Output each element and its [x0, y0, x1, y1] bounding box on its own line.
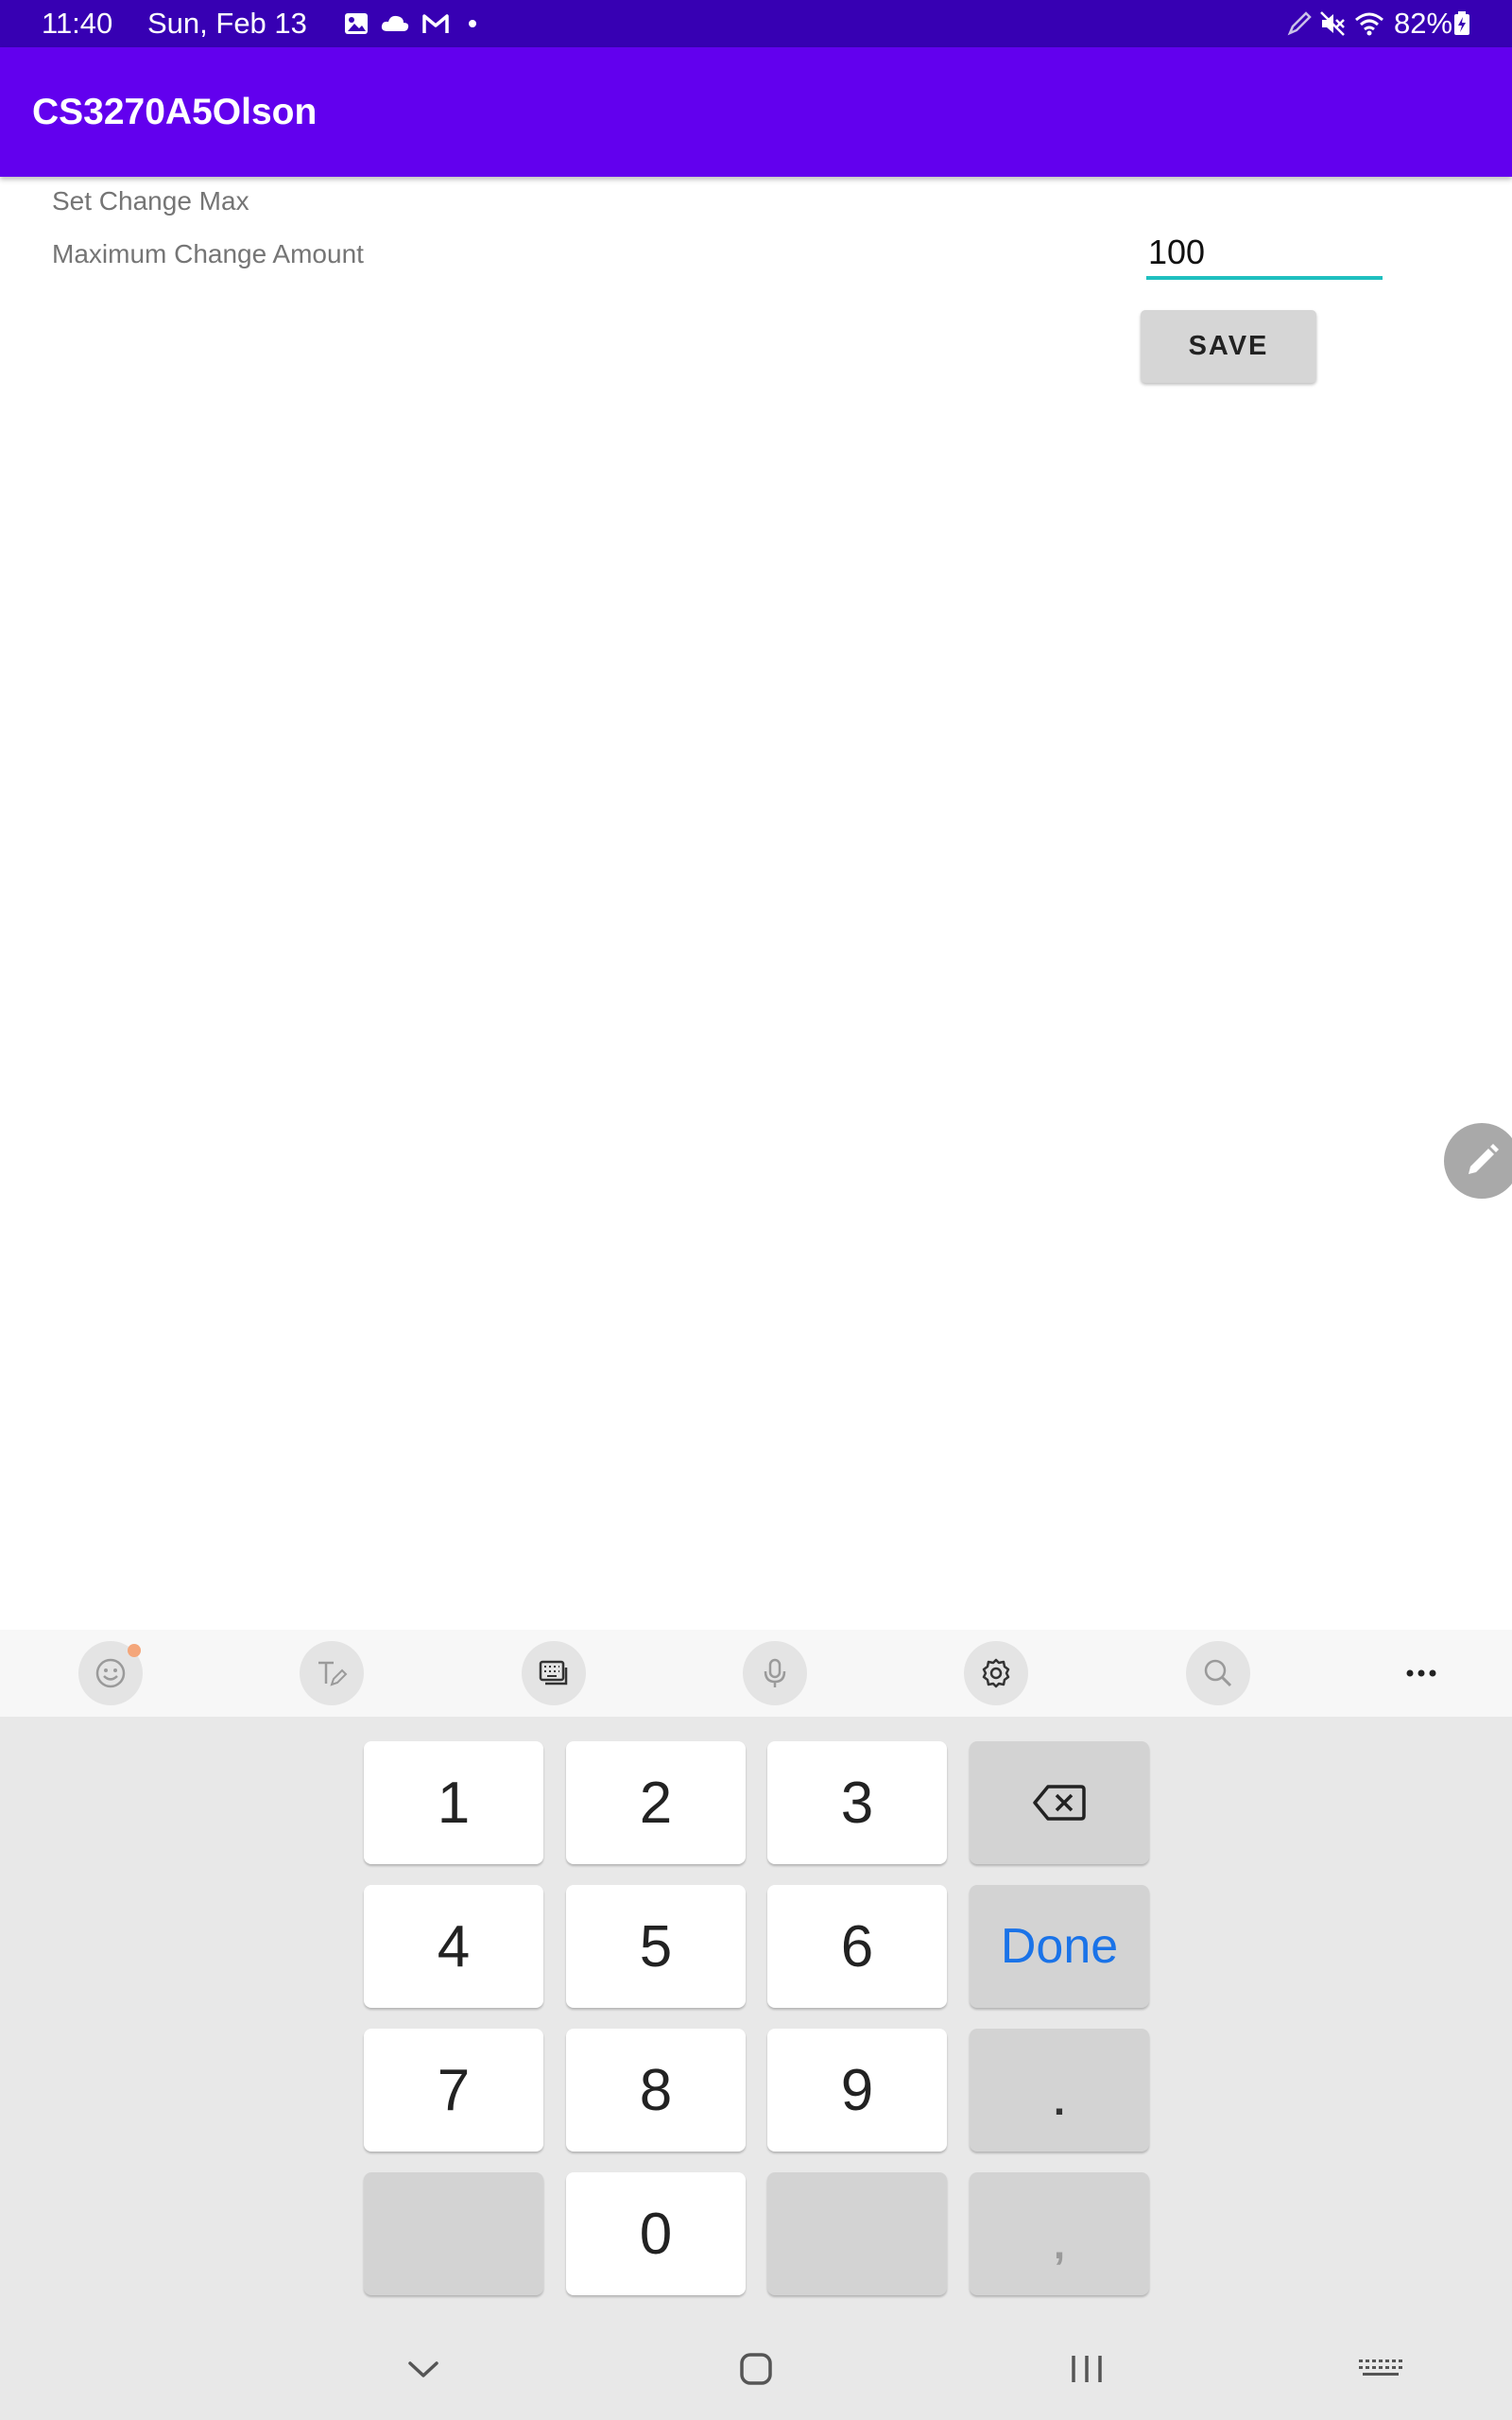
home-button[interactable]: [728, 2341, 784, 2397]
floating-edit-button[interactable]: [1444, 1123, 1512, 1199]
max-change-input[interactable]: [1146, 229, 1383, 280]
numeric-keypad: 1 2 3 4 5 6 Done 7 8 9 . 0 ,: [0, 1717, 1512, 2420]
save-button[interactable]: SAVE: [1141, 310, 1316, 383]
key-1[interactable]: 1: [364, 1741, 543, 1864]
recents-button[interactable]: [1058, 2341, 1115, 2397]
key-7[interactable]: 7: [364, 2029, 543, 2152]
battery-percent: 82%: [1394, 7, 1453, 40]
handwriting-icon: [318, 1661, 348, 1686]
keyboard-mode-icon: [539, 1660, 568, 1685]
section-title: Set Change Max: [52, 186, 249, 216]
backspace-icon: [1033, 1785, 1086, 1821]
app-title: CS3270A5Olson: [32, 92, 318, 132]
key-6[interactable]: 6: [767, 1885, 947, 2008]
comma-key[interactable]: ,: [970, 2172, 1149, 2295]
microphone-icon: [764, 1658, 786, 1687]
gmail-icon: [421, 9, 449, 38]
wifi-icon: [1353, 9, 1383, 38]
cloud-icon: [380, 9, 409, 38]
notification-dot-icon: [463, 9, 491, 38]
mute-icon: [1318, 9, 1347, 38]
app-bar: CS3270A5Olson: [0, 47, 1512, 177]
blank-key-right[interactable]: [767, 2172, 947, 2295]
keyboard-switch-button[interactable]: [1351, 2341, 1408, 2397]
emoji-notification-dot: [128, 1644, 141, 1657]
recents-icon: [1072, 2356, 1102, 2382]
decimal-key[interactable]: .: [970, 2029, 1149, 2152]
key-9[interactable]: 9: [767, 2029, 947, 2152]
keyboard-mode-button[interactable]: [522, 1641, 586, 1705]
status-time: 11:40: [42, 7, 113, 40]
keyboard-switch-icon: [1359, 2360, 1402, 2376]
status-bar: 11:40 Sun, Feb 13 82%: [0, 0, 1512, 47]
pencil-icon: [1469, 1144, 1499, 1174]
key-0[interactable]: 0: [566, 2172, 746, 2295]
blank-key-left[interactable]: [364, 2172, 543, 2295]
gallery-icon: [342, 9, 370, 38]
max-change-label: Maximum Change Amount: [52, 239, 364, 268]
key-3[interactable]: 3: [767, 1741, 947, 1864]
search-button[interactable]: [1186, 1641, 1250, 1705]
key-5[interactable]: 5: [566, 1885, 746, 2008]
key-4[interactable]: 4: [364, 1885, 543, 2008]
hide-keyboard-icon: [408, 2361, 438, 2377]
voice-input-button[interactable]: [743, 1641, 807, 1705]
emoji-icon: [95, 1658, 126, 1688]
more-icon: [1406, 1669, 1436, 1677]
done-key[interactable]: Done: [970, 1885, 1149, 2008]
stylus-icon: [1285, 9, 1314, 38]
search-icon: [1204, 1659, 1232, 1687]
more-options-button[interactable]: [1389, 1641, 1453, 1705]
handwriting-button[interactable]: [300, 1641, 364, 1705]
battery-charging-icon: [1452, 9, 1481, 38]
backspace-key[interactable]: [970, 1741, 1149, 1864]
settings-icon: [982, 1658, 1010, 1688]
keyboard-settings-button[interactable]: [964, 1641, 1028, 1705]
hide-keyboard-button[interactable]: [395, 2341, 452, 2397]
status-date: Sun, Feb 13: [147, 7, 307, 40]
key-8[interactable]: 8: [566, 2029, 746, 2152]
key-2[interactable]: 2: [566, 1741, 746, 1864]
home-icon: [740, 2353, 772, 2385]
keyboard-toolbar: [0, 1630, 1512, 1717]
